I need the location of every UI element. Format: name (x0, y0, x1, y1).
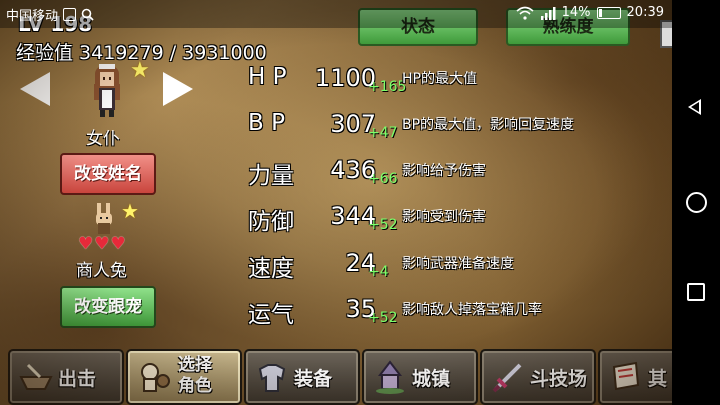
stat-value: 1100 (314, 64, 376, 92)
stat-bonus: +165 (368, 79, 407, 95)
stat-name: 速度 (248, 256, 294, 282)
stat-row-strength: 力量 436 +66 影响给予伤害 (0, 156, 672, 196)
stat-row-hp: H P 1100 +165 HP的最大值 (0, 64, 672, 104)
home-icon[interactable] (686, 192, 707, 213)
battery-icon (596, 6, 621, 19)
town-icon (376, 360, 404, 394)
stat-row-bp: B P 307 +47 BP的最大值，影响回复速度 (0, 110, 672, 150)
tab-sortie[interactable]: 出击 (8, 349, 124, 405)
tab-label-line1: 选择 (178, 355, 212, 375)
stat-description: 影响给予伤害 (402, 163, 486, 179)
search-icon (81, 8, 94, 21)
android-nav-bar (672, 0, 720, 405)
stat-name: 防御 (248, 209, 294, 235)
stat-bonus: +52 (368, 310, 398, 326)
tab-label: 斗技场 (530, 368, 588, 390)
stat-bonus: +66 (368, 171, 398, 187)
tab-arena[interactable]: 斗技场 (480, 349, 596, 405)
sword-icon (492, 363, 522, 393)
stat-name: 力量 (248, 163, 294, 189)
boat-icon (19, 363, 53, 390)
tab-town[interactable]: 城镇 (362, 349, 478, 405)
stat-row-defense: 防御 344 +52 影响受到伤害 (0, 202, 672, 242)
stat-row-speed: 速度 24 +4 影响武器准备速度 (0, 249, 672, 289)
status-bar: 中国移动 14% 20:39 (0, 0, 672, 28)
stat-name: B P (248, 110, 285, 136)
stat-row-luck: 运气 35 +52 影响敌人掉落宝箱几率 (0, 295, 672, 335)
stat-description: BP的最大值，影响回复速度 (402, 117, 575, 133)
stat-bonus: +47 (368, 125, 398, 141)
stat-description: 影响敌人掉落宝箱几率 (402, 302, 542, 318)
wifi-icon (516, 6, 534, 20)
back-icon[interactable] (688, 99, 701, 115)
tab-label: 出击 (58, 368, 97, 390)
character-icon (141, 363, 170, 392)
stat-description: 影响受到伤害 (402, 209, 486, 225)
signal-icon (540, 6, 556, 20)
recent-apps-icon[interactable] (687, 283, 705, 301)
bottom-tab-bar: 出击 选择 角色 装备 城镇 斗技场 其 (0, 345, 672, 405)
tab-other[interactable]: 其 (598, 349, 672, 405)
tab-select-character[interactable]: 选择 角色 (126, 349, 242, 405)
stat-description: 影响武器准备速度 (402, 256, 514, 272)
tab-equipment[interactable]: 装备 (244, 349, 360, 405)
tab-label: 装备 (294, 368, 333, 390)
scroll-icon (612, 361, 640, 391)
tab-label: 选择 角色 (178, 355, 212, 397)
game-screen: 中国移动 14% 20:39 LV 198 状态 熟练度 经验值 3419279… (0, 0, 672, 405)
tab-label-line2: 角色 (178, 376, 212, 396)
armor-icon (258, 364, 286, 392)
stat-name: H P (248, 64, 287, 90)
stat-bonus: +4 (368, 264, 389, 280)
tab-label: 城镇 (412, 368, 451, 390)
tab-label: 其 (648, 368, 668, 390)
clock: 20:39 (626, 5, 664, 20)
stat-description: HP的最大值 (402, 71, 477, 87)
stat-bonus: +52 (368, 217, 398, 233)
stat-name: 运气 (248, 302, 294, 328)
gallery-icon (63, 8, 77, 21)
battery-percent: 14% (561, 5, 591, 20)
exp-label: 经验值 3419279 / 3931000 (16, 42, 267, 64)
carrier-label: 中国移动 (6, 9, 59, 24)
